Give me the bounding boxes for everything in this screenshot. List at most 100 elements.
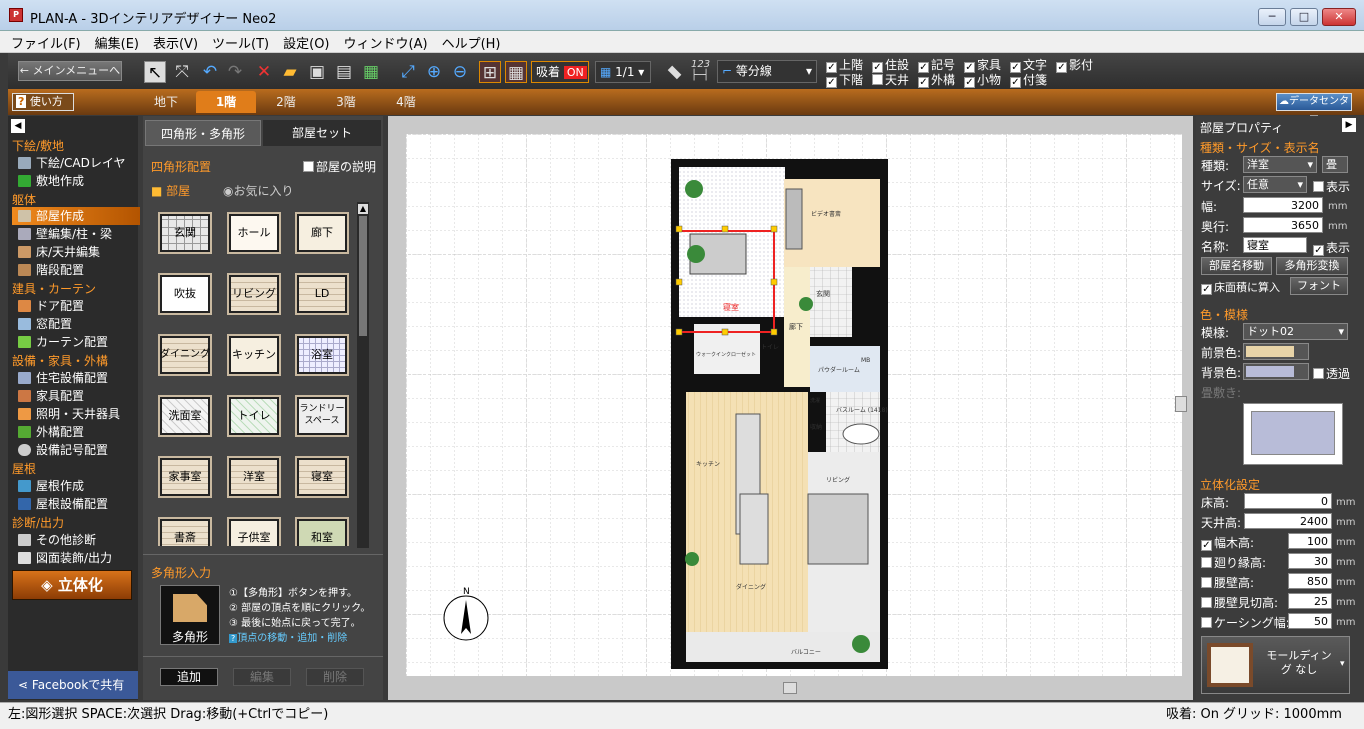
check-exterior[interactable]: ✓ 外構: [918, 71, 955, 88]
room-dining[interactable]: ダイニング: [158, 334, 212, 376]
print-icon[interactable]: ▤: [333, 61, 355, 83]
room-laundry[interactable]: ランドリースペース: [295, 395, 349, 437]
multi-select-icon[interactable]: ⤧: [171, 61, 193, 83]
room-fukinuke[interactable]: 吹抜: [158, 273, 212, 315]
pattern-select[interactable]: ドット02 ▾: [1243, 323, 1348, 340]
edit-button[interactable]: 編集: [233, 668, 291, 686]
baseboard-check[interactable]: ✓ 幅木高:: [1201, 534, 1254, 551]
room-genkan[interactable]: 玄関: [158, 212, 212, 254]
check-lower-floor[interactable]: ✓ 下階: [826, 71, 863, 88]
move-name-button[interactable]: 部屋名移動: [1201, 257, 1272, 275]
font-button[interactable]: フォント: [1290, 277, 1348, 295]
name-show-check[interactable]: ✓ 表示: [1313, 239, 1350, 256]
category-room[interactable]: ■ 部屋: [151, 182, 190, 199]
tab-floor-4[interactable]: 4階: [376, 91, 436, 113]
nav-roof-create[interactable]: 屋根作成: [18, 477, 136, 495]
zoom-out-icon[interactable]: ⊖: [449, 61, 471, 83]
grid-icon[interactable]: ▦: [505, 61, 527, 83]
room-study[interactable]: 書斎: [158, 517, 212, 546]
wainscot-cap-check[interactable]: 腰壁見切高:: [1201, 594, 1278, 611]
select-arrow-icon[interactable]: ↖: [144, 61, 166, 83]
zoom-in-icon[interactable]: ⊕: [423, 61, 445, 83]
nav-wall-edit[interactable]: 壁編集/柱・梁: [18, 225, 136, 243]
menu-help[interactable]: ヘルプ(H): [435, 31, 508, 52]
vertex-edit-link[interactable]: ? 頂点の移動・追加・削除: [229, 631, 370, 646]
transparent-check[interactable]: 透過: [1313, 365, 1350, 382]
snap-toggle[interactable]: 吸着 ON: [531, 61, 589, 83]
room-toilet[interactable]: トイレ: [227, 395, 281, 437]
tab-rect-polygon[interactable]: 四角形・多角形: [145, 120, 261, 146]
bg-color-picker[interactable]: [1243, 363, 1309, 380]
room-housework[interactable]: 家事室: [158, 456, 212, 498]
render-3d-button[interactable]: ◈ 立体化: [12, 570, 132, 600]
menu-view[interactable]: 表示(V): [146, 31, 205, 52]
divide-line-select[interactable]: ⌐ 等分線 ▾: [717, 60, 817, 83]
menu-window[interactable]: ウィンドウ(A): [337, 31, 435, 52]
nav-exterior[interactable]: 外構配置: [18, 423, 136, 441]
nav-equipment-symbol[interactable]: 設備記号配置: [18, 441, 136, 459]
undo-icon[interactable]: ↶: [199, 61, 221, 83]
delete-icon[interactable]: ✕: [253, 61, 275, 83]
crown-check[interactable]: 廻り縁高:: [1201, 554, 1266, 571]
add-button[interactable]: 追加: [160, 668, 218, 686]
casing-check[interactable]: ケーシング幅:: [1201, 614, 1290, 631]
dimension-tool[interactable]: 123 ├─┤: [691, 59, 710, 81]
room-washitsu[interactable]: 和室: [295, 517, 349, 546]
fit-view-icon[interactable]: ⤢: [397, 61, 419, 83]
nav-door[interactable]: ドア配置: [18, 297, 136, 315]
check-shadow[interactable]: ✓ 影付: [1056, 56, 1093, 73]
nav-roof-equipment[interactable]: 屋根設備配置: [18, 495, 136, 513]
close-button[interactable]: ✕: [1322, 8, 1356, 26]
tab-room-set[interactable]: 部屋セット: [263, 120, 381, 146]
scale-select[interactable]: ▦ 1/1 ▾: [595, 61, 651, 83]
help-button[interactable]: ? 使い方: [12, 93, 74, 111]
delete-button[interactable]: 削除: [306, 668, 364, 686]
tab-floor-3[interactable]: 3階: [316, 91, 376, 113]
nav-stairs[interactable]: 階段配置: [18, 261, 136, 279]
redo-icon[interactable]: ↷: [224, 61, 246, 83]
molding-button[interactable]: モールディング なし ▾: [1201, 636, 1350, 694]
collapse-left-icon[interactable]: ◀: [11, 119, 25, 133]
menu-edit[interactable]: 編集(E): [88, 31, 146, 52]
room-kids[interactable]: 子供室: [227, 517, 281, 546]
check-sticky-notes[interactable]: ✓ 付箋: [1010, 71, 1047, 88]
nav-diagnosis[interactable]: その他診断: [18, 531, 136, 549]
tab-floor-2[interactable]: 2階: [256, 91, 316, 113]
floor-area-check[interactable]: ✓ 床面積に算入: [1201, 279, 1280, 295]
menu-settings[interactable]: 設定(O): [276, 31, 336, 52]
nav-floor-ceiling[interactable]: 床/天井編集: [18, 243, 136, 261]
save-icon[interactable]: ▣: [306, 61, 328, 83]
vertical-scroll-thumb[interactable]: [1175, 396, 1187, 412]
room-western[interactable]: 洋室: [227, 456, 281, 498]
nav-housing-equipment[interactable]: 住宅設備配置: [18, 369, 136, 387]
kind-select[interactable]: 洋室 ▾: [1243, 156, 1317, 173]
size-select[interactable]: 任意 ▾: [1243, 176, 1307, 193]
menu-file[interactable]: ファイル(F): [4, 31, 88, 52]
casing-input[interactable]: 50: [1288, 613, 1332, 629]
measure-ruler-icon[interactable]: ▬: [659, 56, 690, 87]
baseboard-input[interactable]: 100: [1288, 533, 1332, 549]
check-small-items[interactable]: ✓ 小物: [964, 71, 1001, 88]
size-show-check[interactable]: 表示: [1313, 178, 1350, 195]
menu-tool[interactable]: ツール(T): [205, 31, 276, 52]
room-ld[interactable]: LD: [295, 273, 349, 315]
horizontal-scroll-thumb[interactable]: [783, 682, 797, 694]
room-living[interactable]: リビング: [227, 273, 281, 315]
wainscot-input[interactable]: 850: [1288, 573, 1332, 589]
data-center-button[interactable]: ☁データセンター: [1276, 93, 1352, 123]
maximize-button[interactable]: □: [1290, 8, 1318, 26]
nav-window[interactable]: 窓配置: [18, 315, 136, 333]
tab-floor-1[interactable]: 1階: [196, 91, 256, 113]
room-kitchen[interactable]: キッチン: [227, 334, 281, 376]
floor-height-input[interactable]: 0: [1244, 493, 1332, 509]
polygon-button[interactable]: 多角形: [160, 585, 220, 645]
width-input[interactable]: 3200: [1243, 197, 1323, 213]
room-description-check[interactable]: 部屋の説明: [303, 158, 376, 175]
image-icon[interactable]: ▦: [360, 61, 382, 83]
nav-furniture[interactable]: 家具配置: [18, 387, 136, 405]
room-hall[interactable]: ホール: [227, 212, 281, 254]
fg-color-picker[interactable]: [1243, 343, 1309, 360]
main-menu-button[interactable]: ← メインメニューへ: [18, 61, 122, 81]
ceiling-height-input[interactable]: 2400: [1244, 513, 1332, 529]
nav-site[interactable]: 敷地作成: [18, 172, 136, 190]
